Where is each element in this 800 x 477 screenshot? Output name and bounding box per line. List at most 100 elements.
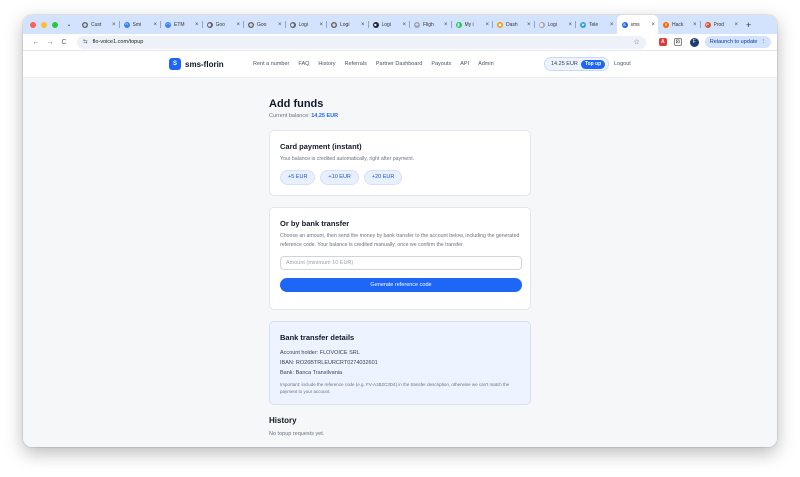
browser-tab[interactable]: ◍ Goo × — [201, 15, 244, 34]
reference-note: Important: include the reference code (e… — [280, 382, 510, 394]
card-payment-card: Card payment (instant) Your balance is c… — [269, 130, 531, 196]
bank-transfer-title: Or by bank transfer — [280, 219, 350, 228]
close-icon[interactable]: × — [361, 22, 365, 28]
tab-title: Prod — [713, 21, 725, 28]
tab-title: Smi — [132, 21, 142, 28]
pdf-extension-icon[interactable]: A — [658, 38, 667, 46]
close-icon[interactable]: × — [734, 22, 738, 28]
page-title: Add funds — [269, 98, 324, 110]
browser-tab[interactable]: ✈ Fligh × — [409, 15, 451, 34]
minimize-window-button[interactable] — [41, 21, 47, 28]
tab-title: Hack — [672, 21, 684, 28]
close-icon[interactable]: × — [485, 22, 489, 28]
close-icon[interactable]: × — [153, 22, 157, 28]
close-icon[interactable]: × — [651, 22, 655, 28]
browser-tab[interactable]: ▤ Logi × — [533, 15, 576, 34]
close-icon[interactable]: × — [236, 22, 240, 28]
nav-partner-dashboard[interactable]: Partner Dashboard — [376, 61, 422, 67]
bank-name: Bank: Banca Transilvania — [280, 370, 343, 376]
browser-tab[interactable]: ◆ Dash × — [492, 15, 534, 34]
plane-icon: ✈ — [414, 21, 420, 28]
browser-tab[interactable]: ▮ My i × — [450, 15, 493, 34]
nav-payouts[interactable]: Payouts — [431, 61, 451, 67]
reload-icon[interactable]: C — [57, 39, 71, 46]
back-icon[interactable]: ← — [29, 39, 43, 46]
generate-reference-button[interactable]: Generate reference code — [280, 278, 522, 292]
close-icon[interactable]: × — [112, 22, 116, 28]
amount-10-eur-button[interactable]: +10 EUR — [320, 169, 359, 185]
browser-tab[interactable]: ■ Logi × — [367, 15, 410, 34]
chevron-down-icon[interactable]: ⌄ — [64, 20, 74, 30]
history-empty-text: No topup requests yet. — [269, 431, 325, 437]
page-content: S sms-florin Rent a number FAQ History R… — [23, 51, 777, 447]
top-up-button[interactable]: Top up — [580, 59, 606, 69]
close-icon[interactable]: × — [610, 22, 614, 28]
history-title: History — [269, 416, 297, 425]
card-amount-options: +5 EUR +10 EUR +20 EUR — [280, 169, 520, 185]
new-tab-button[interactable]: + — [746, 20, 751, 30]
maximize-window-button[interactable] — [52, 21, 58, 28]
close-icon[interactable]: × — [195, 22, 199, 28]
tab-title: Fligh — [423, 21, 434, 28]
browser-tab[interactable]: Ssms × — [616, 15, 658, 34]
profile-avatar[interactable]: F — [689, 37, 699, 47]
browser-tab[interactable]: ◍ Logi × — [326, 15, 368, 34]
tab-title: Tele — [589, 21, 599, 28]
browser-tab[interactable]: ➤ Tele × — [575, 15, 617, 34]
logout-link[interactable]: Logout — [614, 61, 631, 67]
globe-icon: ◍ — [248, 21, 254, 28]
brand[interactable]: S sms-florin — [169, 58, 224, 70]
tab-title: My i — [464, 21, 474, 28]
close-icon[interactable]: × — [693, 22, 697, 28]
p-icon: P — [704, 21, 711, 28]
browser-tab[interactable]: Y Hack × — [658, 15, 700, 34]
browser-window: ⌄ ◍ Cust × ◠ Smi × ◠ ETM × ◍ Goo × ◍ Goo × ◍ Logi × ◍ Logi ×… — [23, 15, 777, 447]
close-icon[interactable]: × — [527, 22, 531, 28]
browser-tab[interactable]: P Prod × — [699, 15, 742, 34]
tab-title: Logi — [340, 21, 350, 28]
tab-title: Logi — [547, 21, 557, 28]
site-info-icon[interactable]: ⇆ — [83, 39, 88, 45]
close-window-button[interactable] — [30, 21, 36, 28]
forward-icon[interactable]: → — [43, 39, 57, 46]
amount-20-eur-button[interactable]: +20 EUR — [363, 169, 403, 185]
relaunch-button[interactable]: Relaunch to update ⋮ — [704, 36, 771, 48]
tab-title: Cust — [91, 21, 102, 28]
more-menu-icon: ⋮ — [760, 39, 767, 45]
bookmark-star-icon[interactable]: ☆ — [634, 38, 640, 46]
sms-icon: S — [621, 21, 628, 28]
card-payment-description: Your balance is credited automatically, … — [280, 156, 415, 162]
nav-faq[interactable]: FAQ — [298, 61, 309, 67]
tab-title: Goo — [257, 21, 267, 28]
window-controls — [30, 21, 58, 28]
nav-referrals[interactable]: Referrals — [345, 61, 367, 67]
amount-5-eur-button[interactable]: +5 EUR — [280, 169, 316, 185]
close-icon[interactable]: × — [402, 22, 406, 28]
current-balance-value: 14.25 EUR — [311, 113, 339, 119]
browser-tab[interactable]: ◠ ETM × — [160, 15, 202, 34]
close-icon[interactable]: × — [568, 22, 572, 28]
bank-transfer-card: Or by bank transfer Choose an amount, th… — [269, 207, 531, 310]
globe-icon: ◍ — [82, 21, 88, 28]
browser-tab[interactable]: ◍ Cust × — [77, 15, 119, 34]
transfer-amount-input[interactable]: Amount (minimum 10 EUR) — [280, 256, 522, 270]
nav-history[interactable]: History — [318, 61, 335, 67]
doc-icon: ▤ — [538, 21, 545, 28]
browser-tab[interactable]: ◍ Logi × — [284, 15, 327, 34]
nav-admin[interactable]: Admin — [478, 61, 494, 67]
browser-tab[interactable]: ◠ Smi × — [118, 15, 161, 34]
balance-pill: 14.25 EUR Top up — [544, 57, 610, 71]
nav-rent-a-number[interactable]: Rent a number — [253, 61, 289, 67]
extensions-puzzle-icon[interactable]: ⊡ — [673, 38, 682, 46]
nav-api[interactable]: API — [460, 61, 469, 67]
browser-tab[interactable]: ◍ Goo × — [243, 15, 285, 34]
url-text[interactable]: flo-voice1.com/topup — [93, 39, 634, 45]
bank-details-title: Bank transfer details — [280, 333, 355, 342]
close-icon[interactable]: × — [319, 22, 323, 28]
card-payment-title: Card payment (instant) — [280, 142, 362, 151]
close-icon[interactable]: × — [444, 22, 448, 28]
brand-logo: S — [169, 58, 181, 70]
current-balance: Current balance: 14.25 EUR — [269, 113, 338, 119]
address-bar[interactable]: ⇆ flo-voice1.com/topup ☆ — [77, 35, 646, 49]
close-icon[interactable]: × — [278, 22, 282, 28]
